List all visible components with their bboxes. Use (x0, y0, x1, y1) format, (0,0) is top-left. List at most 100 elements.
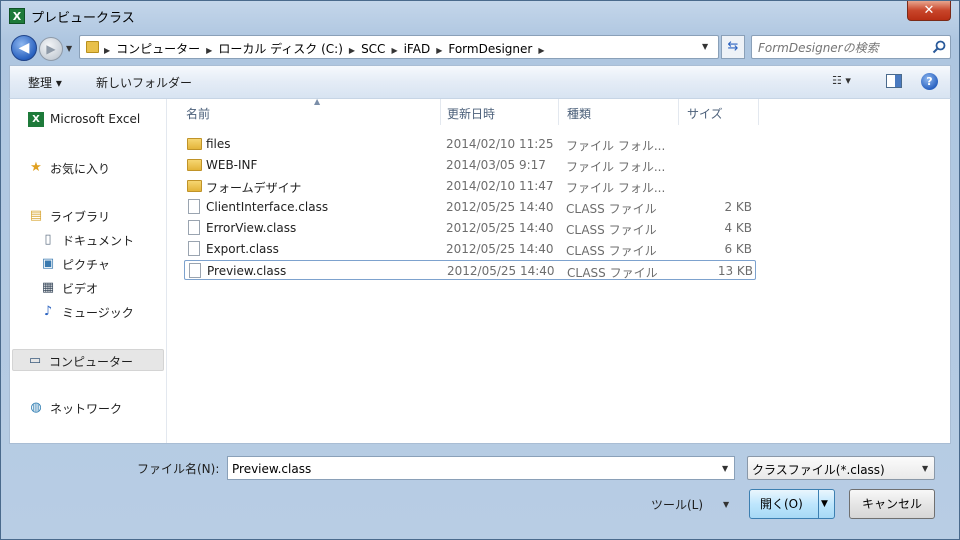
folder-icon (187, 180, 202, 192)
column-header-date[interactable]: 更新日時 (439, 99, 559, 125)
file-size: 6 KB (724, 242, 752, 256)
refresh-button[interactable]: ⇆ (721, 35, 745, 59)
sidebar-item-label: ミュージック (62, 306, 134, 320)
chevron-right-icon[interactable]: ▶ (206, 46, 212, 55)
breadcrumb-item[interactable]: ローカル ディスク (C:) (218, 42, 343, 56)
chevron-right-icon[interactable]: ▶ (349, 46, 355, 55)
file-date: 2014/02/10 11:47 (446, 179, 554, 193)
tools-menu-button[interactable]: ツール(L) (651, 496, 703, 513)
chevron-right-icon[interactable]: ▶ (436, 46, 442, 55)
sidebar-item-label: ネットワーク (50, 402, 123, 416)
library-icon: ▤ (29, 208, 43, 223)
open-options-dropdown-icon[interactable] (818, 490, 834, 518)
cancel-button[interactable]: キャンセル (849, 489, 935, 519)
network-icon: ◍ (30, 400, 42, 415)
file-type-filter-select[interactable]: クラスファイル(*.class) ▼ (747, 456, 935, 480)
sidebar-item-label: ライブラリ (50, 210, 111, 224)
sidebar-item-videos[interactable]: ▦ ビデオ (12, 277, 164, 299)
organize-menu-button[interactable]: 整理 ▾ (28, 74, 62, 91)
back-button[interactable]: ◀ (11, 35, 37, 61)
class-file-icon (188, 220, 200, 235)
open-button[interactable]: 開く(O) (749, 489, 835, 519)
excel-icon: X (28, 112, 44, 127)
sidebar-item-computer[interactable]: ▭ コンピューター (12, 349, 164, 371)
breadcrumb-item[interactable]: iFAD (404, 42, 431, 56)
folder-icon (187, 159, 202, 171)
excel-app-icon: X (9, 8, 25, 24)
file-type: ファイル フォル... (566, 181, 666, 195)
file-name: WEB-INF (206, 158, 258, 172)
file-date: 2014/02/10 11:25 (446, 137, 554, 151)
filename-field[interactable]: ▼ (227, 456, 735, 480)
new-folder-button[interactable]: 新しいフォルダー (96, 74, 192, 91)
file-row[interactable]: Export.class 2012/05/25 14:40 CLASS ファイル… (184, 239, 756, 259)
recent-pages-dropdown-icon[interactable]: ▼ (66, 44, 72, 53)
file-row[interactable]: WEB-INF 2014/03/05 9:17 ファイル フォル... (184, 155, 756, 175)
chevron-right-icon[interactable]: ▶ (104, 46, 110, 55)
folder-icon (86, 41, 99, 53)
column-header-size[interactable]: サイズ (679, 99, 759, 125)
file-row[interactable]: files 2014/02/10 11:25 ファイル フォル... (184, 134, 756, 154)
address-bar[interactable]: ▶ コンピューター ▶ ローカル ディスク (C:) ▶ SCC ▶ iFAD ▶ FormDes… (79, 35, 719, 59)
sidebar-item-pictures[interactable]: ▣ ピクチャ (12, 253, 164, 275)
breadcrumb-item[interactable]: コンピューター (116, 42, 200, 56)
file-row[interactable]: ClientInterface.class 2012/05/25 14:40 C… (184, 197, 756, 217)
file-row[interactable]: ErrorView.class 2012/05/25 14:40 CLASS フ… (184, 218, 756, 238)
help-icon[interactable]: ? (921, 73, 938, 90)
file-name: フォームデザイナ (206, 181, 302, 195)
search-input[interactable] (758, 39, 928, 56)
sidebar-item-label: ドキュメント (62, 234, 135, 248)
star-icon: ★ (30, 160, 42, 175)
close-button[interactable]: ✕ (907, 1, 951, 21)
breadcrumb-item[interactable]: FormDesigner (448, 42, 532, 56)
filename-dropdown-icon[interactable]: ▼ (722, 464, 728, 473)
sidebar-item-microsoft-excel[interactable]: X Microsoft Excel (12, 109, 164, 131)
file-type: CLASS ファイル (566, 244, 657, 258)
sidebar-item-favorites[interactable]: ★ お気に入り (12, 157, 164, 179)
sidebar-item-label: お気に入り (50, 162, 111, 176)
class-file-icon (189, 263, 201, 278)
breadcrumb-item[interactable]: SCC (361, 42, 385, 56)
sidebar-item-label: ビデオ (62, 282, 99, 296)
sidebar-item-documents[interactable]: ▯ ドキュメント (12, 229, 164, 251)
picture-icon: ▣ (41, 256, 55, 271)
column-header-type[interactable]: 種類 (559, 99, 679, 125)
navigation-bar: ◀ ▶ ▼ ▶ コンピューター ▶ ローカル ディスク (C:) ▶ SCC ▶ iFAD ▶ F… (1, 31, 959, 63)
sidebar-item-music[interactable]: ♪ ミュージック (12, 301, 164, 323)
command-bar: 整理 ▾ 新しいフォルダー ☷ ▾ ? (9, 65, 951, 98)
file-date: 2012/05/25 14:40 (446, 221, 554, 235)
tools-dropdown-icon[interactable]: ▼ (723, 500, 729, 509)
file-type: ファイル フォル... (566, 160, 666, 174)
file-date: 2014/03/05 9:17 (446, 158, 546, 172)
file-row-selected[interactable]: Preview.class 2012/05/25 14:40 CLASS ファイ… (184, 260, 756, 280)
address-dropdown-icon[interactable]: ▼ (702, 42, 708, 51)
navigation-pane: X Microsoft Excel ★ お気に入り ▤ ライブラリ ▯ ドキュメ… (10, 99, 167, 443)
sidebar-item-label: ピクチャ (62, 258, 110, 272)
file-type: CLASS ファイル (566, 223, 657, 237)
video-icon: ▦ (41, 280, 55, 295)
sidebar-item-libraries[interactable]: ▤ ライブラリ (12, 205, 164, 227)
file-name: ClientInterface.class (206, 200, 329, 214)
column-header-name[interactable]: 名前 ▲ (178, 97, 441, 125)
preview-pane-icon[interactable] (886, 74, 902, 88)
forward-button[interactable]: ▶ (39, 37, 63, 61)
search-box[interactable] (751, 35, 951, 59)
search-icon[interactable] (932, 40, 946, 54)
file-row[interactable]: フォームデザイナ 2014/02/10 11:47 ファイル フォル... (184, 176, 756, 196)
file-type-filter-value: クラスファイル(*.class) (752, 463, 885, 477)
file-size: 2 KB (724, 200, 752, 214)
sort-ascending-icon: ▲ (314, 97, 321, 106)
view-options-icon[interactable]: ☷ ▾ (832, 74, 851, 87)
filename-input[interactable] (232, 460, 712, 477)
chevron-right-icon[interactable]: ▶ (391, 46, 397, 55)
window-title: プレビュークラス (31, 11, 135, 26)
file-list: 名前 ▲ 更新日時 種類 サイズ files 2014/02/10 11:25 … (168, 97, 950, 443)
file-type: CLASS ファイル (566, 202, 657, 216)
class-file-icon (188, 199, 200, 214)
chevron-right-icon[interactable]: ▶ (538, 46, 544, 55)
column-header-label: サイズ (687, 107, 723, 121)
sidebar-item-network[interactable]: ◍ ネットワーク (12, 397, 164, 419)
file-name: ErrorView.class (206, 221, 297, 235)
filename-label: ファイル名(N): (137, 462, 220, 476)
back-arrow-icon: ◀ (18, 40, 30, 56)
